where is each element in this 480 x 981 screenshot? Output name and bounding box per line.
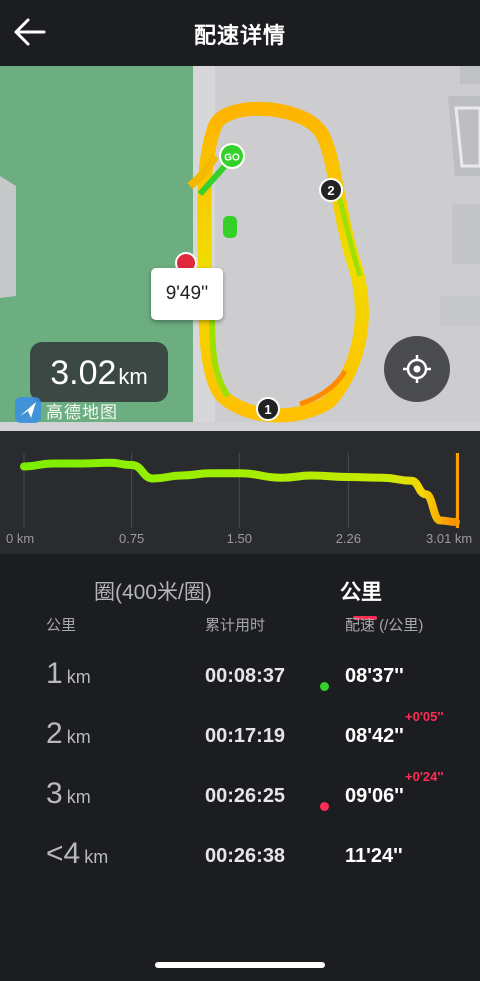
- chart-tick-label: 3.01 km: [426, 531, 473, 546]
- pace-series-line: [20, 458, 460, 526]
- row-km: 3 km: [46, 777, 91, 810]
- start-marker-label: GO: [224, 153, 240, 164]
- slowest-dot: [320, 802, 329, 811]
- distance-badge: 3.02 km: [30, 342, 168, 402]
- split-table: 1 km 00:08:37 08'37'' 2 km 00:17:19 08'42'…: [0, 655, 480, 895]
- row-km: 2 km: [46, 717, 91, 750]
- locate-button[interactable]: [384, 336, 450, 402]
- crosshair-icon: [403, 355, 431, 383]
- table-header: 公里 累计用时 配速 (/公里): [0, 618, 480, 638]
- page-title: 配速详情: [193, 23, 286, 48]
- tab-laps[interactable]: 圈(400米/圈): [94, 576, 212, 606]
- row-cumulative-time: 00:08:37: [205, 665, 286, 687]
- row-pace: 08'37'': [345, 665, 404, 687]
- row-pace: 09'06'': [345, 785, 404, 807]
- table-row: 1 km 00:08:37 08'37'': [0, 655, 480, 715]
- start-marker: GO: [219, 143, 245, 169]
- map-provider-text: 高德地图: [46, 402, 118, 422]
- column-header-km: 公里: [46, 618, 77, 634]
- row-cumulative-time: 00:26:25: [205, 785, 286, 807]
- row-km: 1 km: [46, 657, 91, 690]
- row-pace-delta: +0'24'': [405, 769, 444, 784]
- distance-value: 3.02: [50, 354, 117, 392]
- chart-end-marker: [456, 453, 459, 528]
- km-marker-2-label: 2: [327, 183, 334, 198]
- chart-tick-label: 0.75: [118, 531, 145, 546]
- tab-kilometers[interactable]: 公里: [340, 576, 382, 606]
- row-pace: 11'24'': [345, 845, 403, 867]
- home-indicator: [155, 962, 325, 968]
- row-pace-delta: +0'05'': [405, 709, 444, 724]
- chart-tick-label: 1.50: [226, 531, 252, 546]
- km-marker-1: 1: [256, 397, 280, 421]
- table-row: 3 km 00:26:25 09'06'' +0'24'': [0, 769, 480, 835]
- column-header-cumulative: 累计用时: [205, 618, 266, 634]
- chart-tick-label: 0 km: [6, 531, 35, 546]
- pace-chart[interactable]: 0 km 0.75 1.50 2.26 3.01 km: [0, 431, 480, 554]
- table-row: <4 km 00:26:38 11'24'': [0, 835, 480, 895]
- distance-unit: km: [118, 364, 148, 389]
- table-row: 2 km 00:17:19 08'42'' +0'05'': [0, 709, 480, 775]
- column-header-pace: 配速 (/公里): [345, 618, 424, 634]
- amap-logo-icon: [15, 397, 41, 423]
- row-km: <4 km: [46, 837, 109, 870]
- pace-callout: 9'49'': [151, 268, 223, 320]
- chart-tick-label: 2.26: [335, 531, 361, 546]
- route-map[interactable]: GO 2 1 9'49'' 3.02 km 高德地图: [0, 66, 480, 431]
- row-cumulative-time: 00:26:38: [205, 845, 286, 867]
- map-provider-logo: 高德地图: [14, 396, 134, 424]
- fastest-dot: [320, 682, 329, 691]
- row-pace: 08'42'': [345, 725, 404, 747]
- km-marker-1-label: 1: [264, 402, 271, 417]
- split-tabs: 圈(400米/圈) 公里: [0, 554, 480, 624]
- row-cumulative-time: 00:17:19: [205, 725, 286, 747]
- km-marker-2: 2: [319, 178, 343, 202]
- header: 配速详情: [0, 0, 480, 66]
